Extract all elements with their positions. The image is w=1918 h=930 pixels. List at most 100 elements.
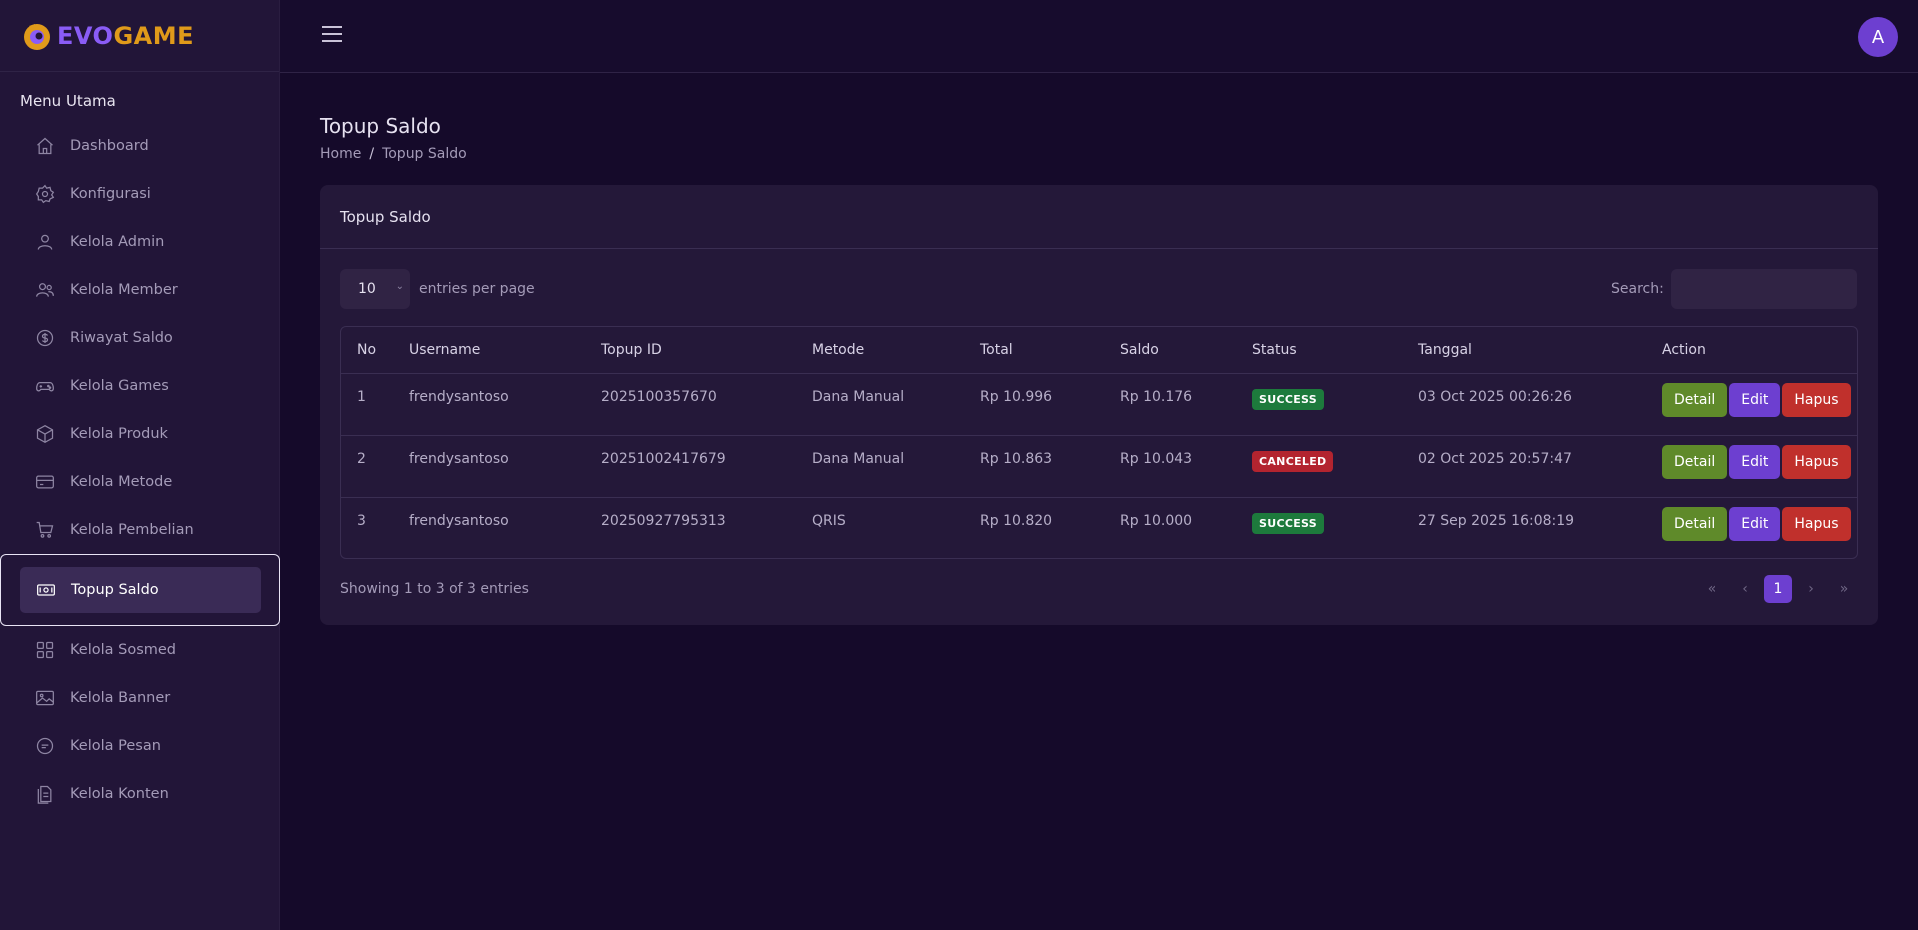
cell-saldo: Rp 10.000 (1120, 512, 1193, 529)
sidebar-item-label: Kelola Pembelian (70, 522, 194, 538)
status-badge: SUCCESS (1252, 512, 1324, 534)
search-label: Search: (1611, 281, 1664, 297)
sidebar-item-kelola-metode[interactable]: Kelola Metode (0, 458, 280, 506)
pagination: « ‹ 1 › » (1693, 575, 1858, 603)
cell-topup-id: 2025100357670 (585, 373, 796, 436)
sidebar-item-label: Kelola Metode (70, 474, 173, 490)
edit-button[interactable]: Edit (1729, 382, 1781, 417)
cell-metode: Dana Manual (796, 373, 964, 436)
delete-button[interactable]: Hapus (1782, 444, 1851, 479)
chevron-down-icon: ⌄ (395, 281, 404, 292)
sidebar-item-label: Topup Saldo (71, 582, 159, 598)
topup-card: Topup Saldo 10 ⌄ entries per page Search… (320, 185, 1878, 625)
breadcrumb-current: Topup Saldo (382, 146, 467, 162)
cell-status: SUCCESS (1236, 497, 1402, 558)
cell-tanggal: 03 Oct 2025 00:26:26 (1402, 373, 1646, 436)
sidebar-item-label: Kelola Konten (70, 786, 169, 802)
cell-username: frendysantoso (393, 435, 585, 498)
cell-total: Rp 10.996 (964, 373, 1104, 436)
sidebar-item-label: Riwayat Saldo (70, 330, 173, 346)
cell-metode: Dana Manual (796, 435, 964, 498)
breadcrumb: Home / Topup Saldo (320, 146, 467, 162)
sidebar-item-kelola-banner[interactable]: Kelola Banner (0, 674, 280, 722)
page-title: Topup Saldo (320, 114, 441, 138)
card-icon (34, 471, 56, 493)
dollar-icon (34, 327, 56, 349)
edit-button[interactable]: Edit (1729, 506, 1781, 541)
column-header[interactable]: Saldo (1104, 327, 1236, 374)
sidebar-item-kelola-pembelian[interactable]: Kelola Pembelian (0, 506, 280, 554)
sidebar-item-topup-saldo[interactable]: Topup Saldo (0, 554, 280, 626)
pagination-next[interactable]: › (1797, 575, 1825, 603)
sidebar-item-riwayat-saldo[interactable]: Riwayat Saldo (0, 314, 280, 362)
sidebar-item-kelola-pesan[interactable]: Kelola Pesan (0, 722, 280, 770)
brand-name: EVOGAME (57, 21, 195, 50)
brand[interactable]: EVOGAME (0, 0, 279, 72)
column-header[interactable]: No (341, 327, 393, 374)
sidebar-item-kelola-member[interactable]: Kelola Member (0, 266, 280, 314)
cell-no: 2 (341, 435, 393, 498)
edit-button[interactable]: Edit (1729, 444, 1781, 479)
search-input[interactable] (1671, 269, 1857, 309)
detail-button[interactable]: Detail (1662, 506, 1728, 541)
topup-table: No Username Topup ID Metode Total Saldo … (340, 326, 1858, 559)
cell-action: Detail Edit Hapus (1646, 373, 1857, 436)
sidebar-menu: Dashboard Konfigurasi Kelola Admin Kelola M… (0, 122, 280, 818)
sidebar-item-kelola-games[interactable]: Kelola Games (0, 362, 280, 410)
users-icon (34, 279, 56, 301)
status-badge: CANCELED (1252, 450, 1334, 472)
column-header[interactable]: Status (1236, 327, 1402, 374)
image-icon (34, 687, 56, 709)
cell-tanggal: 02 Oct 2025 20:57:47 (1402, 435, 1646, 498)
grid-icon (34, 639, 56, 661)
sidebar-item-label: Kelola Games (70, 378, 169, 394)
breadcrumb-separator: / (369, 146, 375, 162)
table-row: 1 frendysantoso 2025100357670 Dana Manual Rp… (341, 373, 1857, 436)
column-header[interactable]: Total (964, 327, 1104, 374)
sidebar-item-label: Kelola Sosmed (70, 642, 177, 658)
sidebar-item-kelola-admin[interactable]: Kelola Admin (0, 218, 280, 266)
gamepad-icon (34, 375, 56, 397)
avatar[interactable]: A (1858, 17, 1898, 57)
cell-saldo: Rp 10.176 (1104, 373, 1236, 436)
card-title: Topup Saldo (320, 185, 1878, 249)
cell-total: Rp 10.863 (964, 435, 1104, 498)
pagination-first[interactable]: « (1698, 575, 1726, 603)
box-icon (34, 423, 56, 445)
document-icon (34, 783, 56, 805)
sidebar-item-kelola-sosmed[interactable]: Kelola Sosmed (0, 626, 280, 674)
cell-status: SUCCESS (1236, 373, 1402, 436)
detail-button[interactable]: Detail (1662, 382, 1728, 417)
money-icon (35, 579, 57, 601)
topbar: A (280, 0, 1918, 73)
cell-metode: QRIS (812, 512, 846, 529)
menu-title: Menu Utama (20, 92, 116, 110)
column-header[interactable]: Metode (796, 327, 964, 374)
entries-per-page-select[interactable]: 10 ⌄ (340, 269, 410, 309)
table-row: 2 frendysantoso 20251002417679 Dana Manual R… (341, 435, 1857, 498)
sidebar-item-label: Kelola Produk (70, 426, 168, 442)
cell-topup-id: 20250927795313 (601, 512, 726, 529)
cell-no: 1 (341, 373, 393, 436)
delete-button[interactable]: Hapus (1782, 382, 1851, 417)
sidebar-item-kelola-konten[interactable]: Kelola Konten (0, 770, 280, 818)
detail-button[interactable]: Detail (1662, 444, 1728, 479)
column-header[interactable]: Username (393, 327, 585, 374)
pagination-last[interactable]: » (1830, 575, 1858, 603)
sidebar-item-konfigurasi[interactable]: Konfigurasi (0, 170, 280, 218)
cell-no: 3 (357, 512, 366, 529)
sidebar-item-kelola-produk[interactable]: Kelola Produk (0, 410, 280, 458)
cell-total: Rp 10.820 (980, 512, 1053, 529)
pagination-prev[interactable]: ‹ (1731, 575, 1759, 603)
cart-icon (34, 519, 56, 541)
logo-icon (21, 20, 53, 52)
entries-label: entries per page (419, 281, 535, 297)
breadcrumb-home[interactable]: Home (320, 146, 361, 162)
entries-value: 10 (358, 281, 376, 297)
delete-button[interactable]: Hapus (1782, 506, 1851, 541)
column-header[interactable]: Tanggal (1402, 327, 1646, 374)
menu-toggle-icon[interactable] (322, 26, 342, 44)
column-header[interactable]: Topup ID (585, 327, 796, 374)
sidebar-item-dashboard[interactable]: Dashboard (0, 122, 280, 170)
pagination-page-current[interactable]: 1 (1764, 575, 1792, 603)
